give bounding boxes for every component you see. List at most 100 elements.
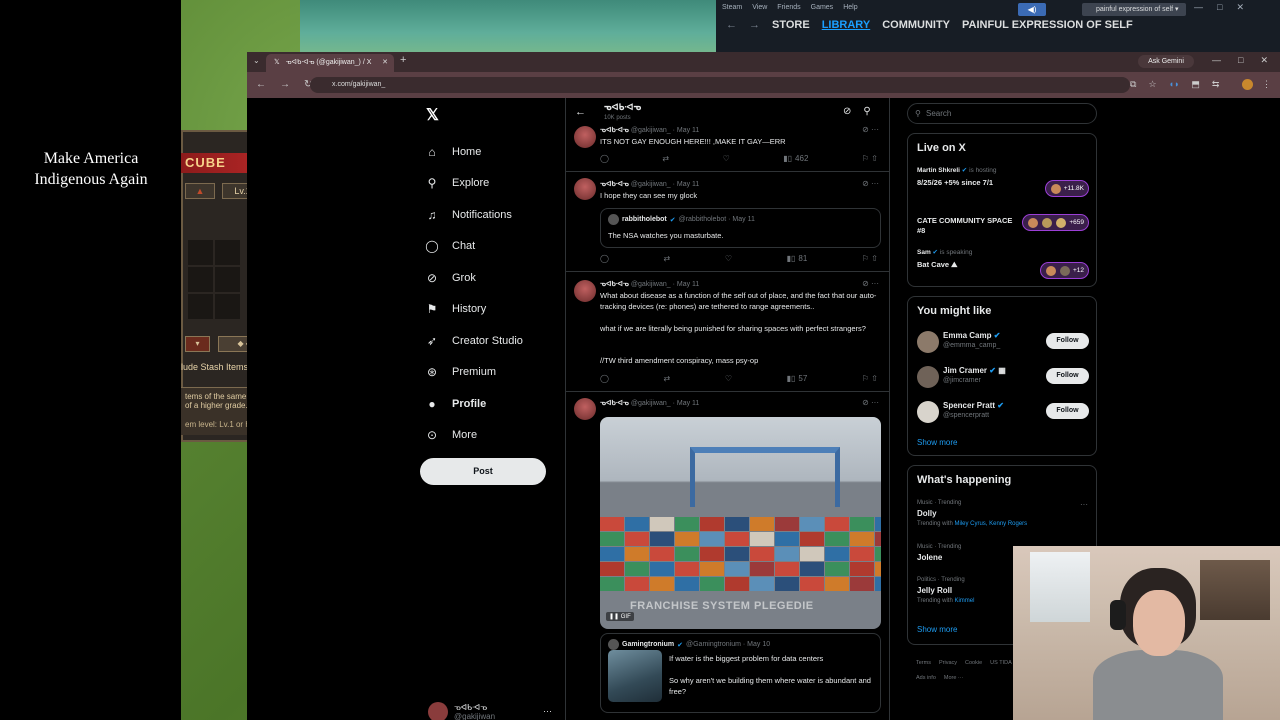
tweet-author[interactable]: ᓀᐊᑲᐧᐊᓀ xyxy=(600,181,629,188)
steam-notification-icon[interactable]: ◀) xyxy=(1018,3,1046,16)
account-switcher[interactable]: ᓀᐊᑲᐧᐊᓀ @gakijiwan_ xyxy=(428,702,499,720)
footer-link[interactable]: Terms xyxy=(916,656,931,671)
game-sort-button[interactable]: ▲ xyxy=(185,183,215,199)
maximize-icon[interactable]: □ xyxy=(1238,55,1243,66)
bookmark-icon[interactable]: ⚐ ⇧ xyxy=(862,374,878,383)
steam-menu-help[interactable]: Help xyxy=(843,4,857,11)
url-field[interactable]: x.com/gakijiwan_ xyxy=(310,77,1130,93)
bookmark-icon[interactable]: ⚐ ⇧ xyxy=(862,254,878,263)
steam-tab-store[interactable]: STORE xyxy=(772,19,810,31)
like-icon[interactable]: ♡ xyxy=(725,374,732,383)
tweet-media-image[interactable]: FRANCHISE SYSTEM PLEGEDIE ❚❚ GIF xyxy=(600,417,881,629)
tweet[interactable]: ᓀᐊᑲᐧᐊᓀ @gakijiwan_ · May 11 ⊘ ··· What a… xyxy=(566,272,889,392)
steam-menu-steam[interactable]: Steam xyxy=(722,4,742,11)
new-tab-button[interactable]: + xyxy=(400,54,406,66)
retweet-icon[interactable]: ⇄ xyxy=(664,254,671,263)
more-icon[interactable]: ⊘ ··· xyxy=(862,125,879,134)
trend-related-link[interactable]: Miley Cyrus, Kenny Rogers xyxy=(954,521,1027,527)
browser-menu-icon[interactable]: ⋮ xyxy=(1262,79,1271,90)
close-icon[interactable]: ✕ xyxy=(1260,55,1268,66)
avatar[interactable] xyxy=(574,398,596,420)
live-space-item[interactable]: CATE COMMUNITY SPACE #8 +659 xyxy=(917,212,1089,242)
trend-more-icon[interactable]: ··· xyxy=(1080,500,1088,509)
retweet-icon[interactable]: ⇄ xyxy=(662,154,669,163)
close-icon[interactable]: ✕ xyxy=(1236,2,1244,13)
quoted-tweet[interactable]: Gamingtronium ✔ @Gamingtronium · May 10 … xyxy=(600,633,881,713)
views-button[interactable]: ▮▯ 81 xyxy=(787,254,808,263)
nav-item-home[interactable]: ⌂ Home xyxy=(425,136,565,168)
reply-icon[interactable]: ◯ xyxy=(600,154,609,163)
forward-icon[interactable]: → xyxy=(280,79,290,90)
nav-item-grok[interactable]: ⊘ Grok xyxy=(425,262,565,294)
footer-link[interactable]: US TIDA xyxy=(990,656,1012,671)
back-icon[interactable]: ← xyxy=(256,79,266,90)
avatar[interactable] xyxy=(574,280,596,302)
nav-item-chat[interactable]: ◯ Chat xyxy=(425,231,565,263)
minimize-icon[interactable]: — xyxy=(1194,2,1203,13)
trend-item[interactable]: Music · Trending Dolly Trending with Mil… xyxy=(917,500,1089,527)
footer-link[interactable]: More ··· xyxy=(944,671,964,686)
install-icon[interactable]: ⧉ xyxy=(1130,79,1136,90)
game-item-grid[interactable] xyxy=(186,238,241,320)
post-button[interactable]: Post xyxy=(420,458,546,485)
extension-icon[interactable]: ◖◗ xyxy=(1169,79,1180,90)
more-icon[interactable]: ⊘ ··· xyxy=(862,179,879,188)
live-space-item[interactable]: Martin Shkreli ✔ is hosting 8/25/26 +5% … xyxy=(917,166,1089,197)
retweet-icon[interactable]: ⇄ xyxy=(664,374,671,383)
tweet[interactable]: ᓀᐊᑲᐧᐊᓀ @gakijiwan_ · May 11 ⊘ ··· FRANCH… xyxy=(566,392,889,720)
nav-item-premium[interactable]: ⊛ Premium xyxy=(425,357,565,389)
nav-item-more[interactable]: ⊙ More xyxy=(425,420,565,452)
more-icon[interactable]: ⊘ ··· xyxy=(862,398,879,407)
tweet[interactable]: ᓀᐊᑲᐧᐊᓀ @gakijiwan_ · May 11 ⊘ ··· I hope… xyxy=(566,172,889,272)
nav-item-notifications[interactable]: ♫ Notifications xyxy=(425,199,565,231)
tweet-author[interactable]: ᓀᐊᑲᐧᐊᓀ xyxy=(600,281,629,288)
grok-icon[interactable]: ⊘ xyxy=(843,106,851,117)
footer-link[interactable]: Privacy xyxy=(939,656,957,671)
follow-button[interactable]: Follow xyxy=(1046,403,1089,419)
views-button[interactable]: ▮▯ 462 xyxy=(783,154,808,163)
tweet-author[interactable]: ᓀᐊᑲᐧᐊᓀ xyxy=(600,127,629,134)
tweet-author[interactable]: ᓀᐊᑲᐧᐊᓀ xyxy=(600,400,629,407)
tweet[interactable]: ᓀᐊᑲᐧᐊᓀ @gakijiwan_ · May 11 ⊘ ··· ITS NO… xyxy=(566,124,889,172)
live-space-item[interactable]: Sam ✔ is speaking Bat Cave ⛰ +12 xyxy=(917,248,1089,279)
steam-menu-view[interactable]: View xyxy=(752,4,767,11)
steam-menu-friends[interactable]: Friends xyxy=(777,4,800,11)
more-icon[interactable]: ⊘ ··· xyxy=(862,279,879,288)
reply-icon[interactable]: ◯ xyxy=(600,374,609,383)
bookmark-icon[interactable]: ⚐ ⇧ xyxy=(862,154,878,163)
trend-related-link[interactable]: Kimmel xyxy=(954,598,974,604)
live-listener-pill[interactable]: +12 xyxy=(1039,262,1089,279)
quoted-tweet[interactable]: rabbitholebot ✔ @rabbitholebot · May 11 … xyxy=(600,208,881,248)
steam-back-icon[interactable]: ← xyxy=(726,19,737,31)
steam-menu-games[interactable]: Games xyxy=(811,4,834,11)
steam-forward-icon[interactable]: → xyxy=(749,19,760,31)
like-icon[interactable]: ♡ xyxy=(725,254,732,263)
avatar[interactable] xyxy=(574,178,596,200)
follow-suggestion[interactable]: Spencer Pratt ✔ @spencerpratt Follow xyxy=(917,399,1089,427)
nav-item-explore[interactable]: ⚲ Explore xyxy=(425,168,565,200)
reply-icon[interactable]: ◯ xyxy=(600,254,609,263)
follow-button[interactable]: Follow xyxy=(1046,368,1089,384)
x-logo[interactable]: 𝕏 xyxy=(426,105,439,125)
star-icon[interactable]: ☆ xyxy=(1148,79,1156,90)
minimize-icon[interactable]: — xyxy=(1212,55,1221,66)
footer-link[interactable]: Cookie xyxy=(965,656,982,671)
like-icon[interactable]: ♡ xyxy=(723,154,730,163)
live-listener-pill[interactable]: +11.8K xyxy=(1044,180,1089,197)
browser-profile-avatar[interactable] xyxy=(1242,79,1253,90)
extension-icon[interactable]: ⇆ xyxy=(1212,79,1220,90)
steam-user-menu[interactable]: painful expression of self ▾ xyxy=(1082,3,1186,16)
show-more-link[interactable]: Show more xyxy=(917,438,957,447)
views-button[interactable]: ▮▯ 57 xyxy=(787,374,808,383)
avatar[interactable] xyxy=(574,126,596,148)
browser-tab[interactable]: 𝕏 ᓀᐊᑲᐧᐊᓀ (@gakijiwan_) / X ✕ xyxy=(266,54,394,72)
nav-item-history[interactable]: ⚑ History xyxy=(425,294,565,326)
gif-badge[interactable]: ❚❚ GIF xyxy=(606,612,634,621)
puzzle-icon[interactable]: ⬒ xyxy=(1191,79,1200,90)
live-listener-pill[interactable]: +659 xyxy=(1022,214,1089,231)
account-more-icon[interactable]: ··· xyxy=(543,706,552,716)
maximize-icon[interactable]: □ xyxy=(1217,2,1222,13)
steam-tab-community[interactable]: COMMUNITY xyxy=(882,19,950,31)
follow-suggestion[interactable]: Jim Cramer ✔ ▦ @jimcramer Follow xyxy=(917,364,1089,392)
steam-tab-profile[interactable]: PAINFUL EXPRESSION OF SELF xyxy=(962,19,1133,31)
